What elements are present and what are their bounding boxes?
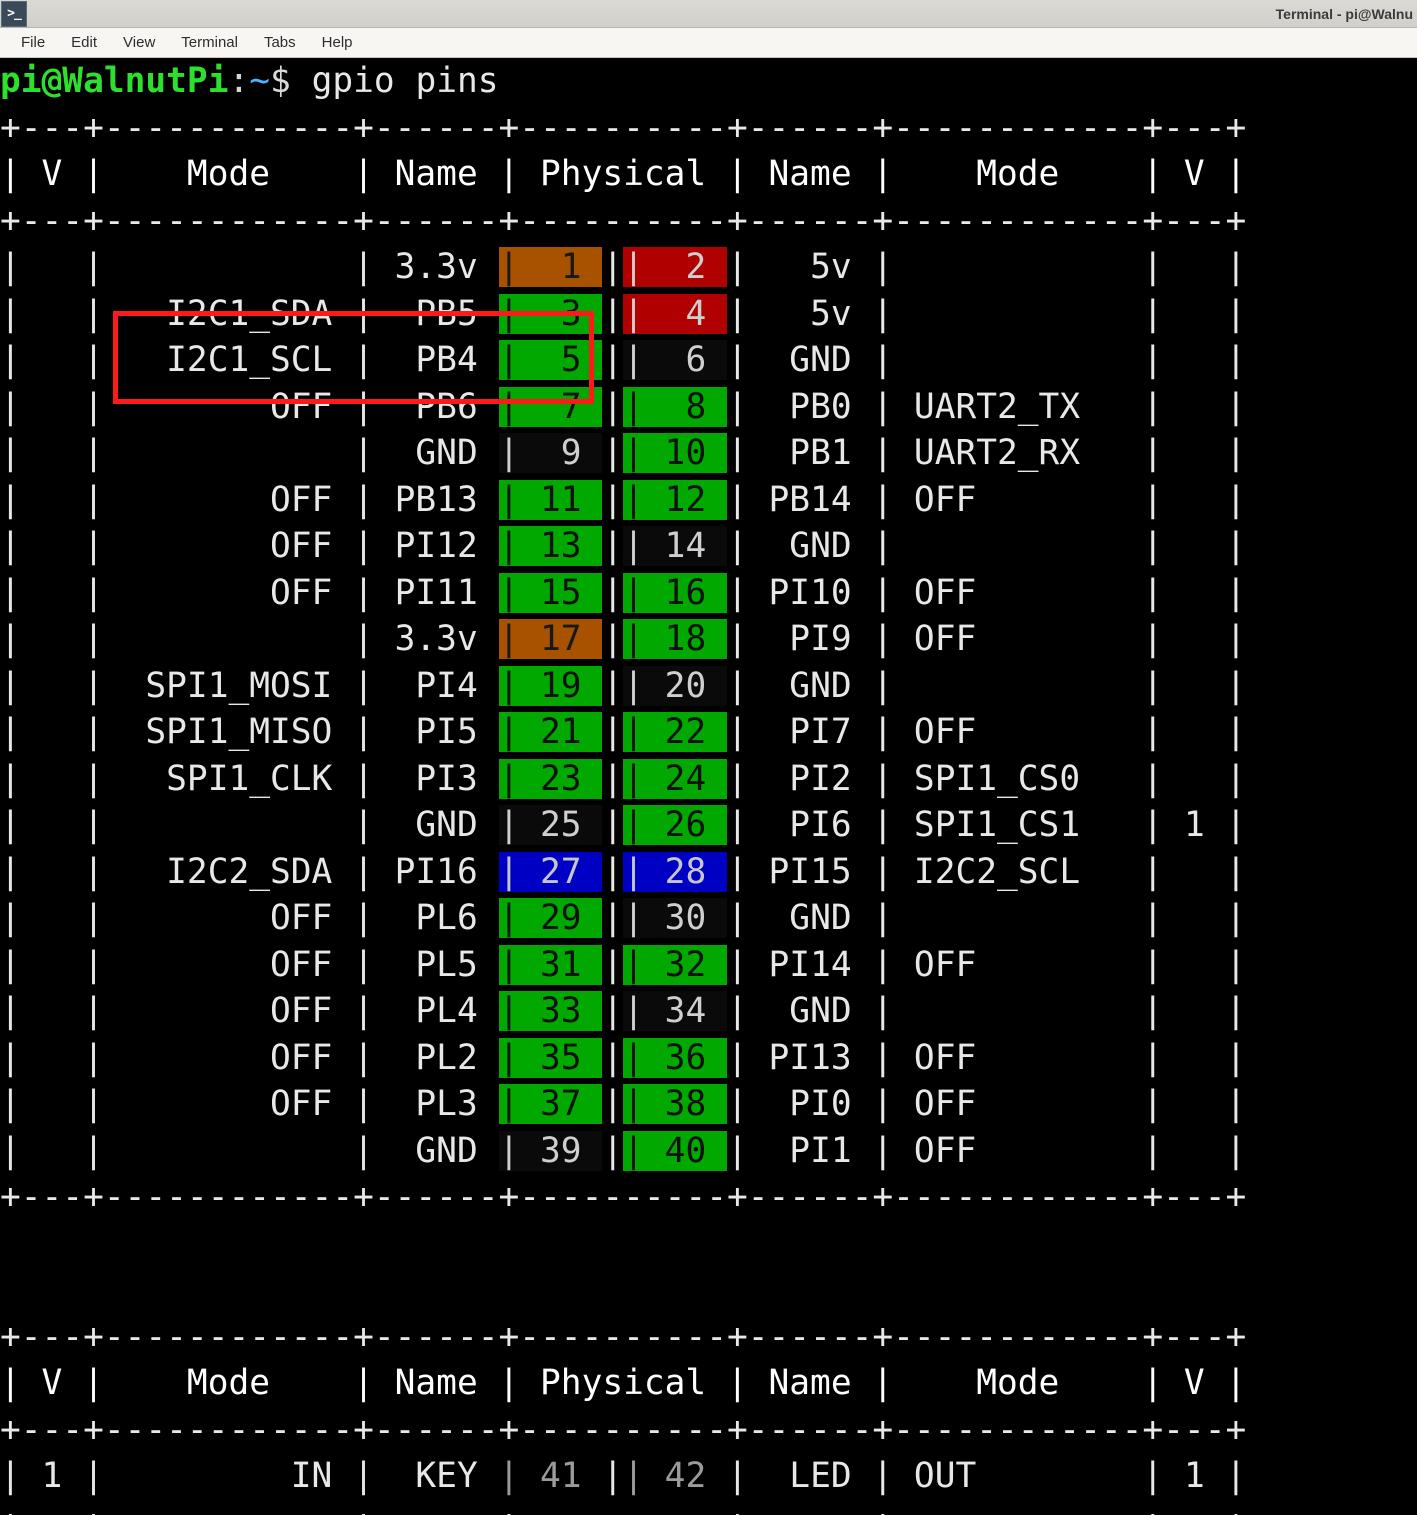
menubar: File Edit View Terminal Tabs Help — [0, 28, 1417, 58]
window-title: Terminal - pi@Walnu — [1275, 5, 1413, 22]
menu-view[interactable]: View — [110, 31, 168, 54]
menu-tabs[interactable]: Tabs — [251, 31, 309, 54]
window-titlebar: >_ Terminal - pi@Walnu — [0, 0, 1417, 28]
terminal-output: pi@WalnutPi:~$ gpio pins +---+-----------… — [0, 61, 1247, 1515]
menu-help[interactable]: Help — [309, 31, 366, 54]
terminal-screen[interactable]: pi@WalnutPi:~$ gpio pins +---+-----------… — [0, 58, 1417, 1515]
menu-terminal[interactable]: Terminal — [168, 31, 251, 54]
menu-edit[interactable]: Edit — [58, 31, 110, 54]
terminal-icon: >_ — [1, 0, 27, 27]
menu-file[interactable]: File — [8, 31, 58, 54]
